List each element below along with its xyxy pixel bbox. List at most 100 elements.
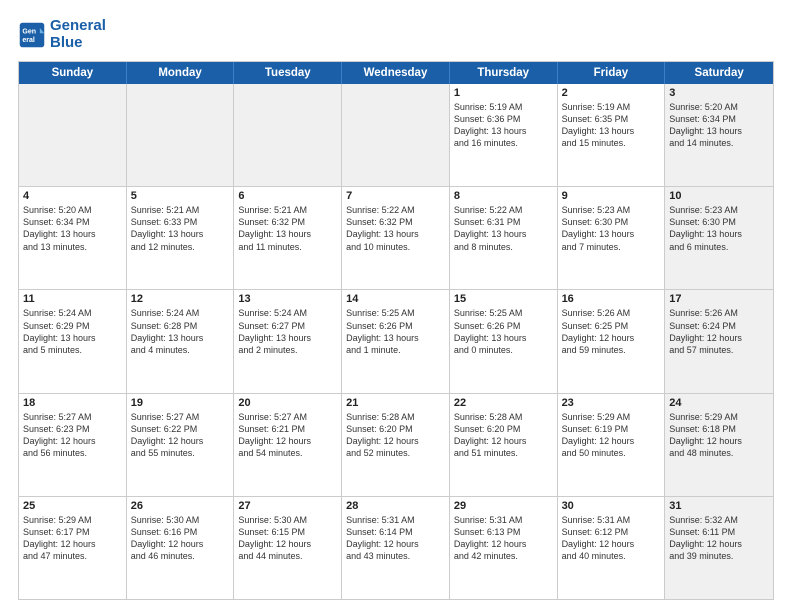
cell-text: Sunrise: 5:29 AMSunset: 6:17 PMDaylight:… xyxy=(23,514,122,563)
svg-text:Gen: Gen xyxy=(22,28,36,35)
cell-text: Sunrise: 5:20 AMSunset: 6:34 PMDaylight:… xyxy=(23,204,122,253)
calendar-cell: 10Sunrise: 5:23 AMSunset: 6:30 PMDayligh… xyxy=(665,187,773,289)
cell-text: Sunrise: 5:31 AMSunset: 6:12 PMDaylight:… xyxy=(562,514,661,563)
day-number: 25 xyxy=(23,500,122,512)
cell-text: Sunrise: 5:22 AMSunset: 6:31 PMDaylight:… xyxy=(454,204,553,253)
day-number: 29 xyxy=(454,500,553,512)
calendar-cell: 19Sunrise: 5:27 AMSunset: 6:22 PMDayligh… xyxy=(127,394,235,496)
day-number: 5 xyxy=(131,190,230,202)
cell-text: Sunrise: 5:26 AMSunset: 6:24 PMDaylight:… xyxy=(669,307,769,356)
calendar-row: 11 Sunrise: 5:24 AMSunset: 6:29 PMDayligh… xyxy=(19,290,773,393)
day-number: 21 xyxy=(346,397,445,409)
header-day-thursday: Thursday xyxy=(450,62,558,84)
cell-text: Sunrise: 5:23 AMSunset: 6:30 PMDaylight:… xyxy=(669,204,769,253)
calendar: SundayMondayTuesdayWednesdayThursdayFrid… xyxy=(18,61,774,600)
day-number: 13 xyxy=(238,293,337,305)
calendar-cell: 30 Sunrise: 5:31 AMSunset: 6:12 PMDayligh… xyxy=(558,497,666,599)
calendar-cell: 21Sunrise: 5:28 AMSunset: 6:20 PMDayligh… xyxy=(342,394,450,496)
cell-text: Sunrise: 5:24 AMSunset: 6:29 PMDaylight:… xyxy=(23,307,122,356)
calendar-cell: 2 Sunrise: 5:19 AMSunset: 6:35 PMDaylight… xyxy=(558,84,666,186)
logo: Gen eral General Blue xyxy=(18,18,106,51)
calendar-cell: 8 Sunrise: 5:22 AMSunset: 6:31 PMDaylight… xyxy=(450,187,558,289)
day-number: 9 xyxy=(562,190,661,202)
cell-text: Sunrise: 5:26 AMSunset: 6:25 PMDaylight:… xyxy=(562,307,661,356)
day-number: 30 xyxy=(562,500,661,512)
calendar-cell: 9 Sunrise: 5:23 AMSunset: 6:30 PMDaylight… xyxy=(558,187,666,289)
logo-icon: Gen eral xyxy=(18,21,46,49)
page: Gen eral General Blue SundayMondayTuesda… xyxy=(0,0,792,612)
cell-text: Sunrise: 5:25 AMSunset: 6:26 PMDaylight:… xyxy=(346,307,445,356)
cell-text: Sunrise: 5:27 AMSunset: 6:21 PMDaylight:… xyxy=(238,411,337,460)
calendar-row: 4Sunrise: 5:20 AMSunset: 6:34 PMDaylight… xyxy=(19,187,773,290)
svg-text:eral: eral xyxy=(22,37,35,44)
calendar-cell xyxy=(342,84,450,186)
calendar-cell: 15 Sunrise: 5:25 AMSunset: 6:26 PMDayligh… xyxy=(450,290,558,392)
header-day-saturday: Saturday xyxy=(665,62,773,84)
day-number: 11 xyxy=(23,293,122,305)
day-number: 27 xyxy=(238,500,337,512)
day-number: 17 xyxy=(669,293,769,305)
calendar-row: 25 Sunrise: 5:29 AMSunset: 6:17 PMDayligh… xyxy=(19,497,773,599)
day-number: 18 xyxy=(23,397,122,409)
cell-text: Sunrise: 5:27 AMSunset: 6:23 PMDaylight:… xyxy=(23,411,122,460)
header-day-sunday: Sunday xyxy=(19,62,127,84)
calendar-header: SundayMondayTuesdayWednesdayThursdayFrid… xyxy=(19,62,773,84)
calendar-cell: 20 Sunrise: 5:27 AMSunset: 6:21 PMDayligh… xyxy=(234,394,342,496)
cell-text: Sunrise: 5:31 AMSunset: 6:14 PMDaylight:… xyxy=(346,514,445,563)
day-number: 24 xyxy=(669,397,769,409)
calendar-cell: 27 Sunrise: 5:30 AMSunset: 6:15 PMDayligh… xyxy=(234,497,342,599)
cell-text: Sunrise: 5:32 AMSunset: 6:11 PMDaylight:… xyxy=(669,514,769,563)
calendar-row: 18 Sunrise: 5:27 AMSunset: 6:23 PMDayligh… xyxy=(19,394,773,497)
calendar-cell: 6 Sunrise: 5:21 AMSunset: 6:32 PMDaylight… xyxy=(234,187,342,289)
day-number: 12 xyxy=(131,293,230,305)
calendar-cell: 12 Sunrise: 5:24 AMSunset: 6:28 PMDayligh… xyxy=(127,290,235,392)
header-day-friday: Friday xyxy=(558,62,666,84)
header-day-wednesday: Wednesday xyxy=(342,62,450,84)
calendar-cell xyxy=(19,84,127,186)
cell-text: Sunrise: 5:31 AMSunset: 6:13 PMDaylight:… xyxy=(454,514,553,563)
calendar-cell: 31Sunrise: 5:32 AMSunset: 6:11 PMDayligh… xyxy=(665,497,773,599)
day-number: 16 xyxy=(562,293,661,305)
day-number: 8 xyxy=(454,190,553,202)
day-number: 23 xyxy=(562,397,661,409)
day-number: 6 xyxy=(238,190,337,202)
calendar-cell xyxy=(234,84,342,186)
calendar-cell: 5Sunrise: 5:21 AMSunset: 6:33 PMDaylight… xyxy=(127,187,235,289)
day-number: 3 xyxy=(669,87,769,99)
day-number: 15 xyxy=(454,293,553,305)
calendar-cell xyxy=(127,84,235,186)
cell-text: Sunrise: 5:30 AMSunset: 6:15 PMDaylight:… xyxy=(238,514,337,563)
calendar-cell: 16 Sunrise: 5:26 AMSunset: 6:25 PMDayligh… xyxy=(558,290,666,392)
calendar-cell: 17 Sunrise: 5:26 AMSunset: 6:24 PMDayligh… xyxy=(665,290,773,392)
calendar-body: 1 Sunrise: 5:19 AMSunset: 6:36 PMDaylight… xyxy=(19,84,773,599)
day-number: 14 xyxy=(346,293,445,305)
day-number: 20 xyxy=(238,397,337,409)
cell-text: Sunrise: 5:21 AMSunset: 6:32 PMDaylight:… xyxy=(238,204,337,253)
cell-text: Sunrise: 5:28 AMSunset: 6:20 PMDaylight:… xyxy=(454,411,553,460)
calendar-cell: 28Sunrise: 5:31 AMSunset: 6:14 PMDayligh… xyxy=(342,497,450,599)
day-number: 19 xyxy=(131,397,230,409)
calendar-cell: 25 Sunrise: 5:29 AMSunset: 6:17 PMDayligh… xyxy=(19,497,127,599)
header-day-monday: Monday xyxy=(127,62,235,84)
calendar-cell: 29 Sunrise: 5:31 AMSunset: 6:13 PMDayligh… xyxy=(450,497,558,599)
header-day-tuesday: Tuesday xyxy=(234,62,342,84)
cell-text: Sunrise: 5:29 AMSunset: 6:18 PMDaylight:… xyxy=(669,411,769,460)
calendar-cell: 14 Sunrise: 5:25 AMSunset: 6:26 PMDayligh… xyxy=(342,290,450,392)
cell-text: Sunrise: 5:22 AMSunset: 6:32 PMDaylight:… xyxy=(346,204,445,253)
calendar-cell: 7 Sunrise: 5:22 AMSunset: 6:32 PMDaylight… xyxy=(342,187,450,289)
cell-text: Sunrise: 5:30 AMSunset: 6:16 PMDaylight:… xyxy=(131,514,230,563)
calendar-cell: 4Sunrise: 5:20 AMSunset: 6:34 PMDaylight… xyxy=(19,187,127,289)
calendar-row: 1 Sunrise: 5:19 AMSunset: 6:36 PMDaylight… xyxy=(19,84,773,187)
day-number: 2 xyxy=(562,87,661,99)
cell-text: Sunrise: 5:19 AMSunset: 6:36 PMDaylight:… xyxy=(454,101,553,150)
day-number: 1 xyxy=(454,87,553,99)
cell-text: Sunrise: 5:19 AMSunset: 6:35 PMDaylight:… xyxy=(562,101,661,150)
cell-text: Sunrise: 5:23 AMSunset: 6:30 PMDaylight:… xyxy=(562,204,661,253)
cell-text: Sunrise: 5:20 AMSunset: 6:34 PMDaylight:… xyxy=(669,101,769,150)
cell-text: Sunrise: 5:29 AMSunset: 6:19 PMDaylight:… xyxy=(562,411,661,460)
day-number: 7 xyxy=(346,190,445,202)
cell-text: Sunrise: 5:24 AMSunset: 6:28 PMDaylight:… xyxy=(131,307,230,356)
day-number: 26 xyxy=(131,500,230,512)
cell-text: Sunrise: 5:24 AMSunset: 6:27 PMDaylight:… xyxy=(238,307,337,356)
cell-text: Sunrise: 5:25 AMSunset: 6:26 PMDaylight:… xyxy=(454,307,553,356)
